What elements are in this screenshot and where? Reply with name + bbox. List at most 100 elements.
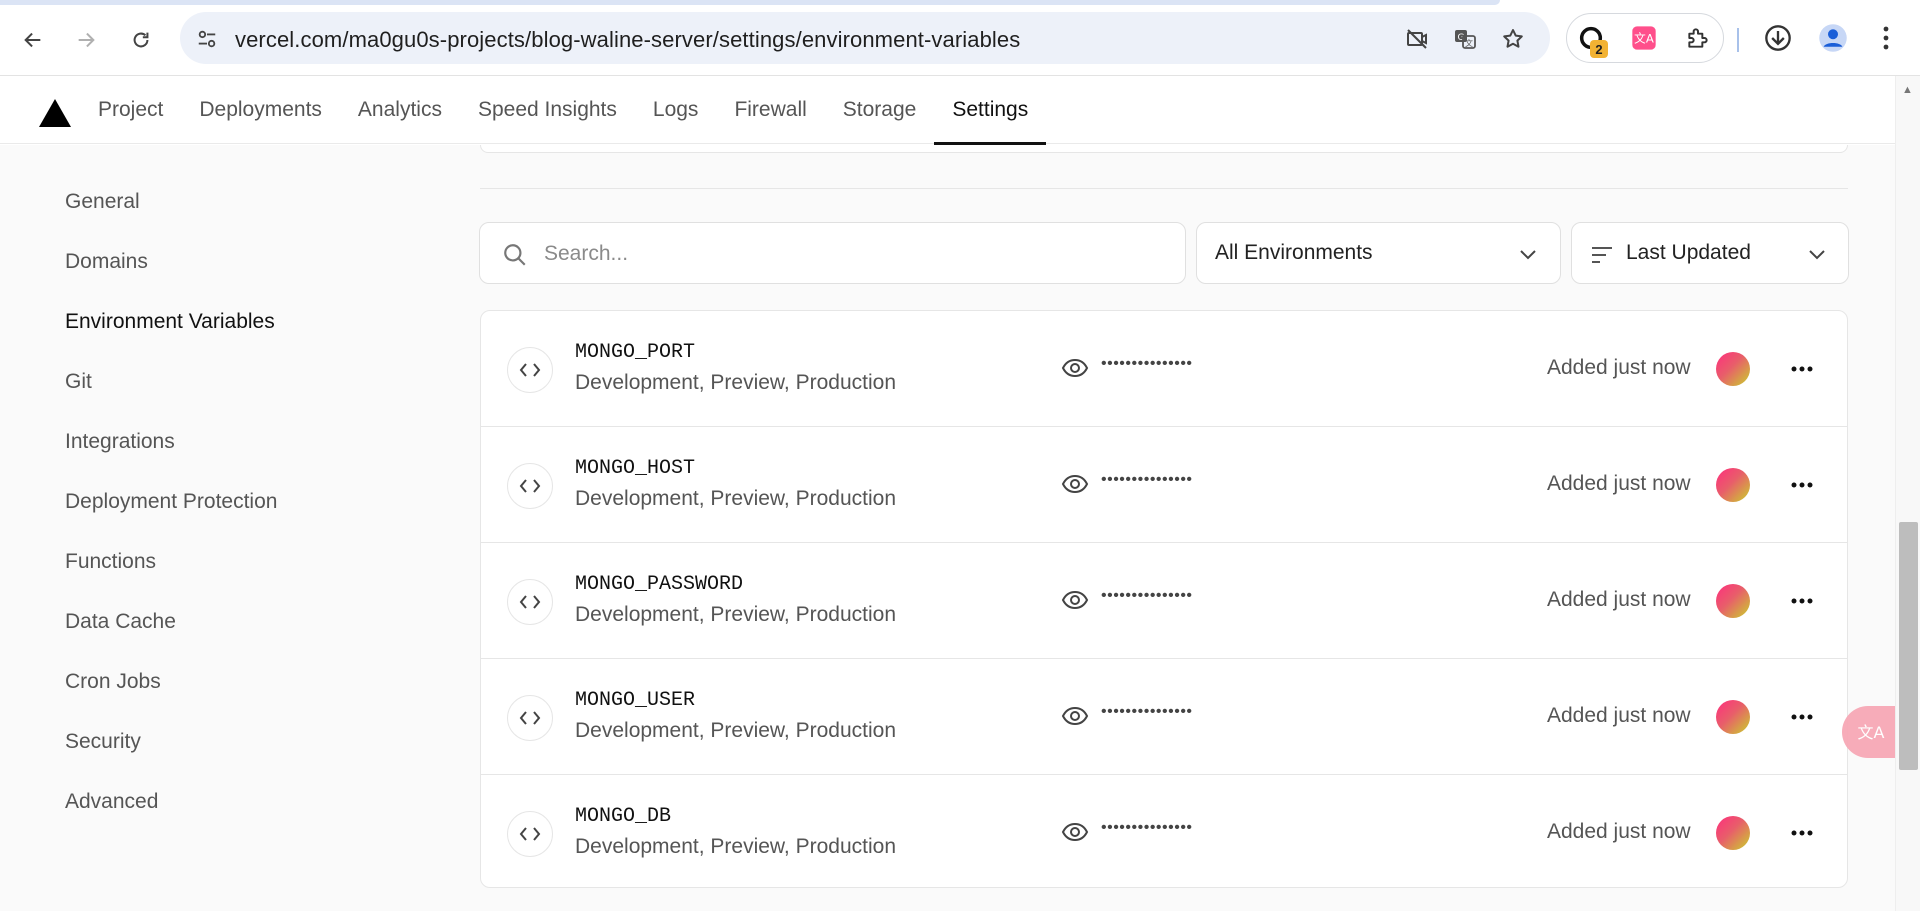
more-options-button[interactable] <box>1787 705 1817 729</box>
tab-analytics[interactable]: Analytics <box>340 76 460 144</box>
added-timestamp: Added just now <box>1547 588 1691 611</box>
masked-value: ••••••••••••••• <box>1101 471 1193 488</box>
sidebar-item-data-cache[interactable]: Data Cache <box>65 610 176 634</box>
variable-environments: Development, Preview, Production <box>575 835 896 858</box>
sidebar-item-cron-jobs[interactable]: Cron Jobs <box>65 670 161 694</box>
ellipsis-icon <box>1791 482 1813 488</box>
ellipsis-icon <box>1791 830 1813 836</box>
browser-menu-icon[interactable] <box>1868 20 1904 56</box>
search-box[interactable] <box>479 222 1186 284</box>
env-variable-row[interactable]: MONGO_PORT Development, Preview, Product… <box>481 311 1847 427</box>
tab-project[interactable]: Project <box>80 76 181 144</box>
sidebar-item-security[interactable]: Security <box>65 730 141 754</box>
settings-sidebar: General Domains Environment Variables Gi… <box>0 145 470 911</box>
camera-off-icon[interactable] <box>1404 26 1430 52</box>
previous-card-edge <box>480 145 1848 153</box>
env-variable-list: MONGO_PORT Development, Preview, Product… <box>480 310 1848 888</box>
environment-select[interactable]: All Environments <box>1196 222 1561 284</box>
forward-button[interactable] <box>68 22 104 58</box>
search-input[interactable] <box>544 237 1144 271</box>
svg-text:文A: 文A <box>1634 32 1654 46</box>
tab-strip <box>0 0 1500 5</box>
eye-icon[interactable] <box>1061 589 1089 611</box>
variable-name: MONGO_PASSWORD <box>575 573 744 596</box>
eye-icon[interactable] <box>1061 473 1089 495</box>
variable-environments: Development, Preview, Production <box>575 371 896 394</box>
added-timestamp: Added just now <box>1547 356 1691 379</box>
download-icon[interactable] <box>1760 20 1796 56</box>
avatar <box>1716 816 1750 850</box>
variable-environments: Development, Preview, Production <box>575 603 896 626</box>
sort-lines-icon <box>1592 247 1612 263</box>
more-options-button[interactable] <box>1787 357 1817 381</box>
variable-environments: Development, Preview, Production <box>575 719 896 742</box>
arrow-right-icon <box>78 32 95 48</box>
page-scrollbar[interactable] <box>1895 76 1920 911</box>
sort-select[interactable]: Last Updated <box>1571 222 1849 284</box>
avatar <box>1716 700 1750 734</box>
arrow-left-icon <box>24 32 41 48</box>
reload-button[interactable] <box>123 22 159 58</box>
eye-icon[interactable] <box>1061 705 1089 727</box>
translate-extension-icon[interactable]: 文A <box>1626 20 1662 56</box>
bookmark-star-icon[interactable] <box>1500 26 1526 52</box>
env-variable-row[interactable]: MONGO_USER Development, Preview, Product… <box>481 659 1847 775</box>
reload-icon <box>133 32 149 48</box>
sidebar-item-deployment-protection[interactable]: Deployment Protection <box>65 490 277 514</box>
more-options-button[interactable] <box>1787 589 1817 613</box>
masked-value: ••••••••••••••• <box>1101 587 1193 604</box>
more-options-button[interactable] <box>1787 473 1817 497</box>
eye-icon[interactable] <box>1061 821 1089 843</box>
ellipsis-icon <box>1791 366 1813 372</box>
variable-name: MONGO_HOST <box>575 457 696 480</box>
project-nav: Project Deployments Analytics Speed Insi… <box>0 76 1895 145</box>
tab-deployments[interactable]: Deployments <box>181 76 340 144</box>
more-options-button[interactable] <box>1787 821 1817 845</box>
puzzle-extensions-icon[interactable] <box>1680 20 1716 56</box>
vercel-logo-icon[interactable] <box>38 98 72 128</box>
sidebar-item-advanced[interactable]: Advanced <box>65 790 158 814</box>
added-timestamp: Added just now <box>1547 472 1691 495</box>
avatar <box>1716 584 1750 618</box>
eye-icon[interactable] <box>1061 357 1089 379</box>
scrollbar-thumb[interactable] <box>1899 522 1918 770</box>
profile-avatar-icon[interactable] <box>1815 20 1851 56</box>
sidebar-item-git[interactable]: Git <box>65 370 92 394</box>
added-timestamp: Added just now <box>1547 704 1691 727</box>
floating-translate-button[interactable]: 文A <box>1842 706 1900 758</box>
svg-text:文A: 文A <box>1858 723 1885 742</box>
tab-logs[interactable]: Logs <box>635 76 717 144</box>
extension-badge: 2 <box>1590 40 1608 58</box>
env-variable-row[interactable]: MONGO_HOST Development, Preview, Product… <box>481 427 1847 543</box>
tab-storage[interactable]: Storage <box>825 76 935 144</box>
sidebar-item-integrations[interactable]: Integrations <box>65 430 175 454</box>
code-brackets-icon <box>507 347 553 393</box>
sidebar-item-functions[interactable]: Functions <box>65 550 156 574</box>
variable-name: MONGO_USER <box>575 689 696 712</box>
env-variable-row[interactable]: MONGO_DB Development, Preview, Productio… <box>481 775 1847 887</box>
toolbar-separator <box>1737 28 1739 52</box>
sidebar-item-domains[interactable]: Domains <box>65 250 148 274</box>
masked-value: ••••••••••••••• <box>1101 355 1193 372</box>
tab-settings[interactable]: Settings <box>934 76 1047 145</box>
site-info-icon[interactable] <box>194 26 220 52</box>
sidebar-item-general[interactable]: General <box>65 190 140 214</box>
search-icon <box>504 244 526 266</box>
browser-toolbar: vercel.com/ma0gu0s-projects/blog-waline-… <box>0 0 1920 76</box>
code-brackets-icon <box>507 695 553 741</box>
env-variable-row[interactable]: MONGO_PASSWORD Development, Preview, Pro… <box>481 543 1847 659</box>
variable-name: MONGO_PORT <box>575 341 696 364</box>
translate-icon[interactable]: G文 <box>1452 26 1478 52</box>
scroll-up-arrow-icon[interactable]: ▲ <box>1902 84 1913 96</box>
address-bar[interactable]: vercel.com/ma0gu0s-projects/blog-waline-… <box>180 12 1550 64</box>
tab-speed-insights[interactable]: Speed Insights <box>460 76 635 144</box>
code-brackets-icon <box>507 463 553 509</box>
sidebar-item-environment-variables[interactable]: Environment Variables <box>65 310 275 334</box>
tab-firewall[interactable]: Firewall <box>716 76 824 144</box>
url-text[interactable]: vercel.com/ma0gu0s-projects/blog-waline-… <box>235 27 1020 53</box>
svg-text:文: 文 <box>1465 38 1473 48</box>
section-divider <box>480 188 1848 189</box>
variable-environments: Development, Preview, Production <box>575 487 896 510</box>
back-button[interactable] <box>15 22 51 58</box>
environment-select-value: All Environments <box>1215 241 1373 264</box>
